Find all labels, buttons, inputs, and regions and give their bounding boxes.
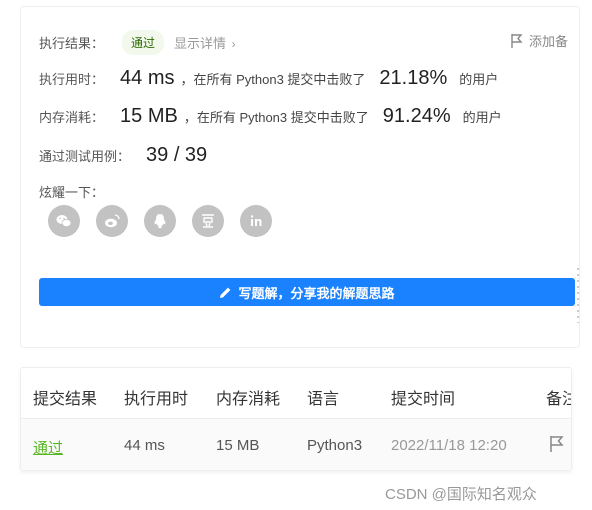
show-details-label: 显示详情 [174,36,227,51]
header-note: 备注 [546,391,571,408]
header-language: 语言 [307,391,340,408]
share-row: 炫耀一下： [39,182,104,201]
flag-icon [550,436,564,452]
runtime-value: 44 ms [120,67,175,89]
tests-value: 39 / 39 [146,144,208,166]
share-linkedin-button[interactable] [240,205,272,237]
show-details-link[interactable]: 显示详情 › [174,33,236,52]
row-language: Python3 [307,437,363,454]
runtime-suffix: 的用户 [459,72,499,87]
share-weibo-button[interactable] [96,205,128,237]
row-time: 2022/11/18 12:20 [391,437,507,454]
tests-label: 通过测试用例： [39,149,131,164]
status-badge: 通过 [122,30,165,55]
pencil-icon [220,287,231,298]
write-solution-button[interactable]: 写题解，分享我的解题思路 [39,278,575,306]
memory-percent: 91.24% [382,105,451,127]
share-label: 炫耀一下： [39,185,105,200]
share-wechat-button[interactable] [48,205,80,237]
row-note-button[interactable] [549,435,565,457]
memory-row: 内存消耗： 15 MB ，在所有 Python3 提交中击败了 91.24% 的… [39,105,502,128]
linkedin-icon [250,215,262,226]
memory-beat-text: ，在所有 Python3 提交中击败了 [183,110,369,125]
tests-row: 通过测试用例： 39 / 39 [39,144,207,167]
header-runtime: 执行用时 [124,391,189,408]
runtime-percent: 21.18% [379,67,448,89]
runtime-beat-text: ，在所有 Python3 提交中击败了 [180,72,366,87]
scroll-handle[interactable] [577,268,579,323]
result-label: 执行结果： [39,36,105,51]
douban-icon [202,214,214,228]
table-header: 提交结果 执行用时 内存消耗 语言 提交时间 备注 [21,368,571,419]
table-row[interactable]: 通过 44 ms 15 MB Python3 2022/11/18 12:20 [21,419,571,470]
runtime-label: 执行用时： [39,72,105,87]
add-note-button[interactable]: 添加备 [510,31,568,50]
weibo-icon [105,214,120,228]
row-memory: 15 MB [216,437,260,454]
submissions-table: 提交结果 执行用时 内存消耗 语言 提交时间 备注 通过 44 ms 15 MB… [20,367,572,471]
memory-suffix: 的用户 [462,110,502,125]
share-qq-button[interactable] [144,205,176,237]
memory-value: 15 MB [120,105,178,127]
share-douban-button[interactable] [192,205,224,237]
watermark: CSDN @国际知名观众 [385,486,537,503]
wechat-icon [56,215,72,228]
runtime-row: 执行用时： 44 ms ，在所有 Python3 提交中击败了 21.18% 的… [39,67,498,90]
header-result: 提交结果 [33,391,98,408]
memory-label: 内存消耗： [39,110,105,125]
add-note-label: 添加备 [529,34,569,49]
header-memory: 内存消耗 [216,391,281,408]
qq-icon [154,214,166,228]
row-runtime: 44 ms [124,437,165,454]
header-time: 提交时间 [391,391,456,408]
chevron-right-icon: › [231,37,236,51]
flag-icon [511,33,523,48]
result-row: 执行结果： 通过 显示详情 › [39,30,236,55]
write-solution-label: 写题解，分享我的解题思路 [238,285,395,301]
row-result-link[interactable]: 通过 [33,437,63,458]
